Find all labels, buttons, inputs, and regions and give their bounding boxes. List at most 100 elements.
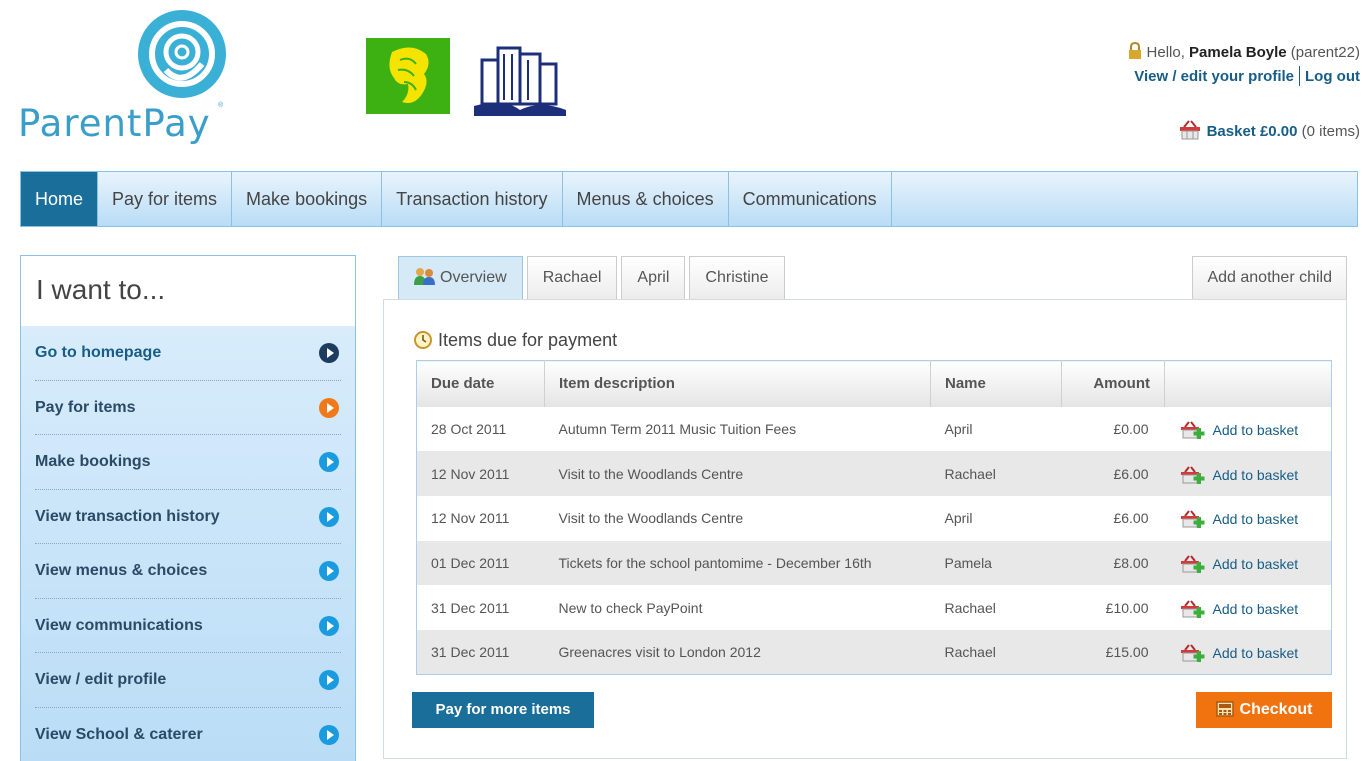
nav-make-bookings[interactable]: Make bookings (232, 172, 383, 226)
description-cell: Autumn Term 2011 Music Tuition Fees (558, 420, 797, 437)
arrow-right-icon (319, 670, 339, 690)
table-row: 28 Oct 2011 Autumn Term 2011 Music Tuiti… (417, 407, 1332, 452)
items-due-table: Due date Item description Name Amount 28… (416, 360, 1332, 676)
due-date-cell: 31 Dec 2011 (431, 599, 510, 616)
add-to-basket-link[interactable]: Add to basket (1179, 510, 1299, 529)
add-to-basket-link[interactable]: Add to basket (1179, 599, 1299, 618)
child-tabs: Overview Rachael April Christine (398, 256, 789, 300)
sidebar-item-go-to-homepage[interactable]: Go to homepage (35, 326, 341, 381)
add-to-basket-link[interactable]: Add to basket (1179, 421, 1298, 439)
sidebar-item-make-bookings[interactable]: Make bookings (35, 435, 341, 490)
edit-profile-link[interactable]: View / edit your profile (1134, 68, 1294, 85)
sidebar-item-label: View menus & choices (35, 562, 208, 579)
logout-link[interactable]: Log out (1305, 68, 1360, 85)
column-header-item-description[interactable]: Item description (544, 360, 931, 407)
due-date-cell: 28 Oct 2011 (431, 420, 507, 437)
arrow-right-icon (319, 343, 339, 363)
sidebar-item-label: View School & caterer (35, 725, 203, 743)
column-header-amount[interactable]: Amount (1061, 360, 1165, 407)
basket-total: Basket £0.00 (1206, 123, 1298, 140)
user-name: Pamela Boyle (1189, 44, 1287, 61)
add-another-child-button[interactable]: Add another child (1192, 256, 1347, 300)
registered-mark: ® (218, 102, 224, 109)
due-date-cell: 31 Dec 2011 (416, 629, 545, 675)
parentpay-logo[interactable]: ParentPay ® (18, 8, 233, 148)
school-lion-crest-icon (366, 38, 450, 114)
section-title-text: Items due for payment (438, 330, 618, 350)
nav-communications[interactable]: Communications (729, 172, 892, 226)
sidebar-item-view-menus-choices[interactable]: View menus & choices (35, 544, 341, 599)
add-to-basket-link[interactable]: Add to basket (1179, 644, 1299, 663)
amount-cell: £15.00 (1061, 629, 1165, 675)
amount-cell: £10.00 (1105, 599, 1149, 616)
sidebar-item-view-transaction-history[interactable]: View transaction history (35, 490, 341, 544)
column-header-name[interactable]: Name (930, 360, 1062, 407)
tab-overview[interactable]: Overview (398, 256, 523, 300)
tab-label: Overview (440, 269, 507, 286)
user-area: Hello, Pamela Boyle (parent22) View / ed… (1127, 42, 1360, 86)
add-to-basket-icon (1180, 465, 1204, 484)
amount-cell: £8.00 (1061, 540, 1165, 586)
sidebar-item-label: View transaction history (35, 507, 220, 525)
profile-links: View / edit your profile Log out (1127, 66, 1360, 86)
sidebar-item-label: Make bookings (35, 453, 151, 470)
description-cell: Visit to the Woodlands Centre (558, 510, 744, 527)
arrow-right-icon (319, 724, 339, 745)
checkout-label: Checkout (1239, 701, 1313, 718)
sidebar-item-label: Go to homepage (35, 344, 162, 361)
table-header-row: Due date Item description Name Amount (416, 360, 1332, 407)
table-row: 12 Nov 2011 Visit to the Woodlands Centr… (416, 451, 1332, 496)
description-cell: Greenacres visit to London 2012 (544, 629, 931, 675)
add-to-basket-label: Add to basket (1212, 600, 1299, 617)
amount-cell: £6.00 (1061, 451, 1165, 496)
checkout-icon (1215, 701, 1234, 717)
nav-menus-choices[interactable]: Menus & choices (563, 172, 729, 226)
arrow-right-icon (319, 506, 339, 527)
add-to-basket-label: Add to basket (1212, 466, 1299, 483)
arrow-right-icon (319, 561, 339, 581)
tab-rachael[interactable]: Rachael (526, 256, 618, 300)
user-username: (parent22) (1290, 44, 1360, 61)
sidebar-item-view-school-caterer[interactable]: View School & caterer (35, 708, 341, 761)
greeting-text: Hello, (1146, 44, 1190, 61)
divider (1299, 66, 1301, 86)
lock-icon (1128, 42, 1141, 59)
tab-april[interactable]: April (621, 256, 686, 300)
name-cell: Rachael (930, 451, 1062, 496)
arrow-right-icon (319, 615, 339, 636)
nav-pay-for-items[interactable]: Pay for items (98, 172, 233, 226)
clock-icon (414, 331, 432, 349)
sidebar-item-label: View / edit profile (35, 671, 167, 688)
name-cell: April (944, 420, 973, 437)
add-to-basket-link[interactable]: Add to basket (1179, 465, 1299, 484)
sidebar-item-view-edit-profile[interactable]: View / edit profile (35, 653, 341, 708)
basket-link[interactable]: Basket £0.00 (0 items) (1179, 120, 1360, 140)
table-row: 31 Dec 2011 New to check PayPoint Rachae… (417, 585, 1332, 630)
column-header-actions (1164, 360, 1332, 407)
description-cell: Visit to the Woodlands Centre (544, 451, 931, 496)
add-to-basket-icon (1180, 599, 1204, 618)
add-to-basket-label: Add to basket (1212, 555, 1299, 572)
table-row: 12 Nov 2011 Visit to the Woodlands Centr… (417, 496, 1332, 541)
table-row: 01 Dec 2011 Tickets for the school panto… (416, 540, 1332, 586)
add-to-basket-label: Add to basket (1212, 645, 1299, 662)
tab-christine[interactable]: Christine (689, 256, 785, 300)
sidebar-item-view-communications[interactable]: View communications (35, 599, 341, 653)
overview-panel: Items due for payment Due date Item desc… (383, 299, 1347, 759)
add-to-basket-icon (1180, 644, 1204, 663)
add-to-basket-link[interactable]: Add to basket (1179, 555, 1299, 573)
due-date-cell: 12 Nov 2011 (431, 510, 510, 527)
name-cell: April (944, 510, 973, 527)
nav-transaction-history[interactable]: Transaction history (382, 172, 563, 226)
nav-home[interactable]: Home (21, 172, 99, 226)
checkout-button[interactable]: Checkout (1196, 692, 1332, 728)
greeting-line: Hello, Pamela Boyle (parent22) (1127, 42, 1360, 64)
brand-name: ParentPay (18, 102, 211, 145)
add-to-basket-label: Add to basket (1212, 511, 1299, 528)
main-nav: Home Pay for items Make bookings Transac… (20, 171, 1358, 227)
pay-for-more-items-button[interactable]: Pay for more items (412, 692, 594, 728)
school-castle-crest-icon (474, 46, 566, 116)
column-header-due-date[interactable]: Due date (416, 360, 545, 407)
family-icon (414, 268, 435, 285)
sidebar-item-pay-for-items[interactable]: Pay for items (35, 381, 341, 435)
